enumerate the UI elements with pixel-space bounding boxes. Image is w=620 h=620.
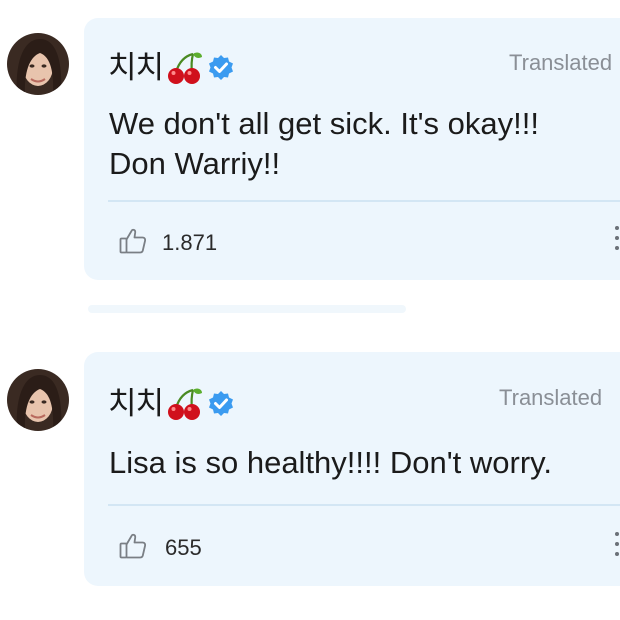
like-count: 655 [165,535,202,560]
divider [108,504,620,506]
verified-badge-icon [207,390,235,418]
cherry-icon [167,50,203,86]
author-name: 치치 [108,385,164,422]
divider [108,200,620,202]
comment-text: We don't all get sick. It's okay!!! Don … [109,104,539,184]
comment-author[interactable]: 치치 [108,50,235,86]
verified-badge-icon [207,54,235,82]
comment-text-line: Don Warriy!! [109,146,281,181]
like-count: 1.871 [162,230,218,255]
avatar[interactable] [7,369,69,431]
comment-text-line: Lisa is so healthy!!!! Don't worry. [109,445,552,480]
more-options-icon[interactable] [613,226,620,256]
avatar[interactable] [7,33,69,95]
comment-author[interactable]: 치치 [108,386,235,422]
translated-label[interactable]: Translated [509,52,612,74]
comment-text-line: We don't all get sick. It's okay!!! [109,106,539,141]
translated-label[interactable]: Translated [499,387,602,409]
comment-text: Lisa is so healthy!!!! Don't worry. [109,443,552,483]
cherry-icon [167,386,203,422]
divider [88,305,406,313]
thumbs-up-icon[interactable] [118,226,148,256]
more-options-icon[interactable] [613,532,620,562]
thumbs-up-icon[interactable] [118,531,148,561]
comments-screen: 치치 Translated We don't all get sick. It'… [0,0,620,620]
author-name: 치치 [108,49,164,86]
